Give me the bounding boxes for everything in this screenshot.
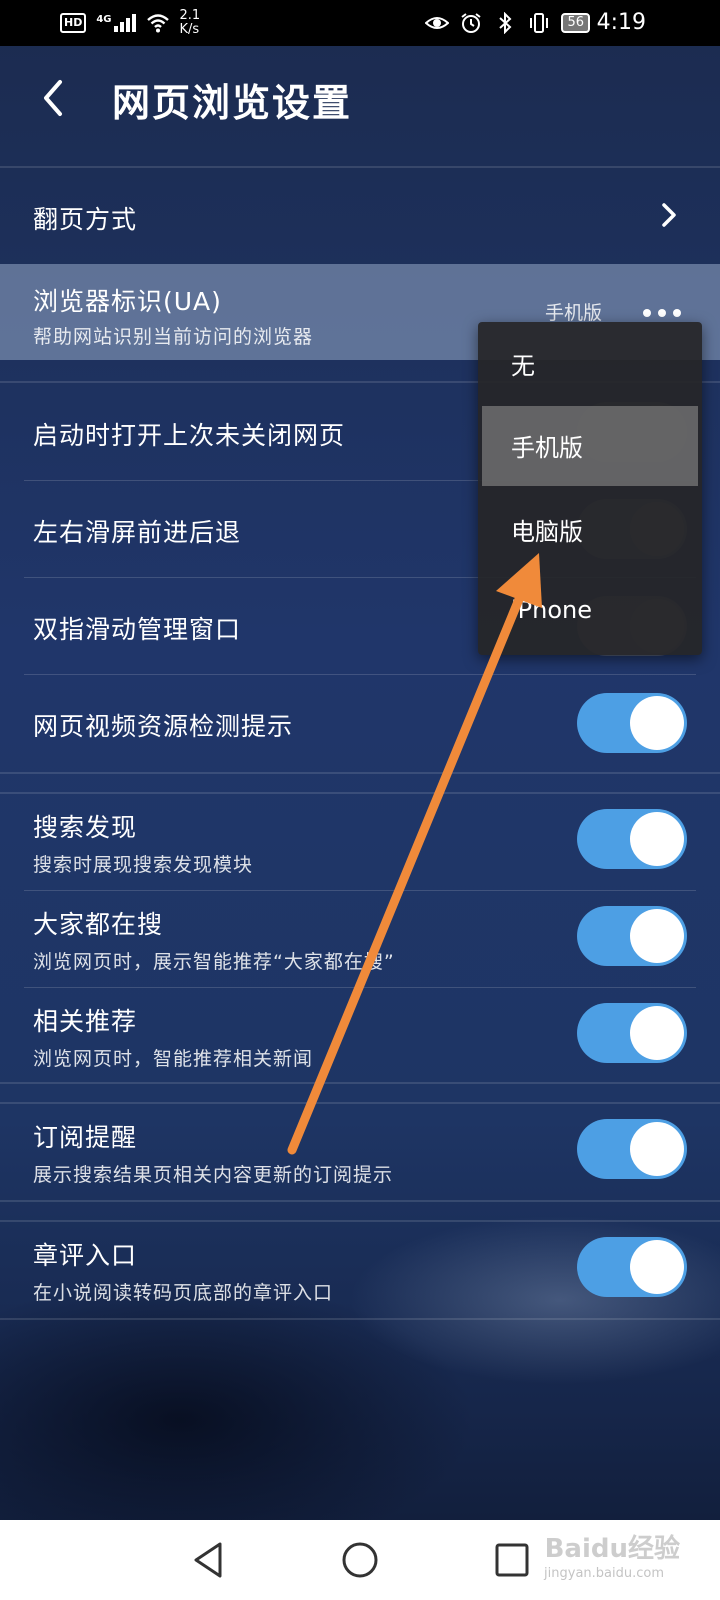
search-discover-description: 搜索时展现搜索发现模块 <box>33 854 254 876</box>
setting-related: 相关推荐 浏览网页时，智能推荐相关新闻 <box>0 988 720 1084</box>
section-divider <box>0 772 720 774</box>
status-right: 56 <box>425 0 590 46</box>
setting-search-discover: 搜索发现 搜索时展现搜索发现模块 <box>0 794 720 890</box>
wifi-icon <box>146 14 169 33</box>
video-detect-toggle[interactable] <box>577 693 687 753</box>
back-arrow-icon[interactable] <box>38 76 68 120</box>
section-divider <box>0 1318 720 1320</box>
chapter-review-label: 章评入口 <box>33 1241 138 1270</box>
menu-item-label: 手机版 <box>511 434 583 462</box>
chapter-review-toggle[interactable] <box>577 1237 687 1297</box>
related-label: 相关推荐 <box>33 1007 138 1036</box>
menu-item-label: iPhone <box>511 596 593 624</box>
page-title: 网页浏览设置 <box>112 81 353 125</box>
speed-value: 2.1 <box>179 8 201 23</box>
network-speed: 2.1 K/s <box>180 9 201 37</box>
hd-badge: HD <box>60 13 87 33</box>
bluetooth-icon <box>499 12 512 34</box>
menu-item-mobile[interactable]: 手机版 <box>482 406 698 486</box>
app-header: 网页浏览设置 <box>0 46 720 164</box>
ua-options-menu: 无 手机版 电脑版 iPhone <box>478 322 702 655</box>
menu-item-desktop[interactable]: 电脑版 <box>478 488 702 570</box>
watermark-brand: Baidu经验 <box>544 1534 680 1564</box>
nav-back-icon[interactable] <box>188 1538 232 1582</box>
setting-video-detect: 网页视频资源检测提示 <box>0 675 720 771</box>
alarm-icon <box>461 13 482 33</box>
page-turn-label: 翻页方式 <box>33 205 138 234</box>
vibrate-icon <box>530 13 549 33</box>
subscription-description: 展示搜索结果页相关内容更新的订阅提示 <box>33 1164 394 1186</box>
menu-item-label: 电脑版 <box>511 518 583 546</box>
ua-current-value: 手机版 <box>544 302 602 324</box>
chapter-review-description: 在小说阅读转码页底部的章评入口 <box>33 1282 334 1304</box>
speed-unit: K/s <box>179 22 200 37</box>
network-type: 4G <box>96 14 112 25</box>
watermark-url: jingyan.baidu.com <box>544 1566 664 1581</box>
subscription-label: 订阅提醒 <box>33 1123 138 1152</box>
related-description: 浏览网页时，智能推荐相关新闻 <box>33 1048 314 1070</box>
menu-item-none[interactable]: 无 <box>478 322 702 404</box>
setting-subscription: 订阅提醒 展示搜索结果页相关内容更新的订阅提示 <box>0 1104 720 1200</box>
section-divider <box>0 1200 720 1202</box>
everyone-search-description: 浏览网页时，展示智能推荐“大家都在搜” <box>33 951 395 973</box>
nav-home-icon[interactable] <box>338 1538 382 1582</box>
search-discover-toggle[interactable] <box>577 809 687 869</box>
battery-indicator: 56 <box>561 13 590 33</box>
ua-label: 浏览器标识(UA) <box>33 287 222 316</box>
clock: 4:19 <box>596 10 646 35</box>
chevron-right-icon <box>662 203 676 227</box>
section-divider <box>0 1082 720 1084</box>
toggle-knob <box>630 1122 684 1176</box>
restore-pages-label: 启动时打开上次未关闭网页 <box>33 421 346 450</box>
more-options-icon[interactable] <box>642 308 682 318</box>
everyone-search-toggle[interactable] <box>577 906 687 966</box>
status-bar: HD 4G 2.1 K/s 56 4:19 <box>0 0 720 46</box>
related-toggle[interactable] <box>577 1003 687 1063</box>
video-detect-label: 网页视频资源检测提示 <box>33 712 294 741</box>
menu-item-iphone[interactable]: iPhone <box>478 572 702 654</box>
toggle-knob <box>630 909 684 963</box>
nav-recents-icon[interactable] <box>490 1538 534 1582</box>
two-finger-label: 双指滑动管理窗口 <box>33 615 242 644</box>
setting-chapter-review: 章评入口 在小说阅读转码页底部的章评入口 <box>0 1222 720 1318</box>
everyone-search-label: 大家都在搜 <box>33 910 164 939</box>
ua-description: 帮助网站识别当前访问的浏览器 <box>33 326 314 348</box>
toggle-knob <box>630 812 684 866</box>
eye-icon <box>425 17 450 29</box>
toggle-knob <box>630 1240 684 1294</box>
toggle-knob <box>630 696 684 750</box>
search-discover-label: 搜索发现 <box>33 813 138 842</box>
signal-icon: 4G <box>96 14 136 32</box>
subscription-toggle[interactable] <box>577 1119 687 1179</box>
status-left: HD 4G 2.1 K/s <box>60 0 200 46</box>
system-nav-bar: Baidu经验 jingyan.baidu.com <box>0 1520 720 1600</box>
toggle-knob <box>630 1006 684 1060</box>
setting-page-turn[interactable]: 翻页方式 <box>0 168 720 264</box>
setting-everyone-search: 大家都在搜 浏览网页时，展示智能推荐“大家都在搜” <box>0 891 720 987</box>
menu-item-label: 无 <box>511 352 535 380</box>
swipe-nav-label: 左右滑屏前进后退 <box>33 518 242 547</box>
